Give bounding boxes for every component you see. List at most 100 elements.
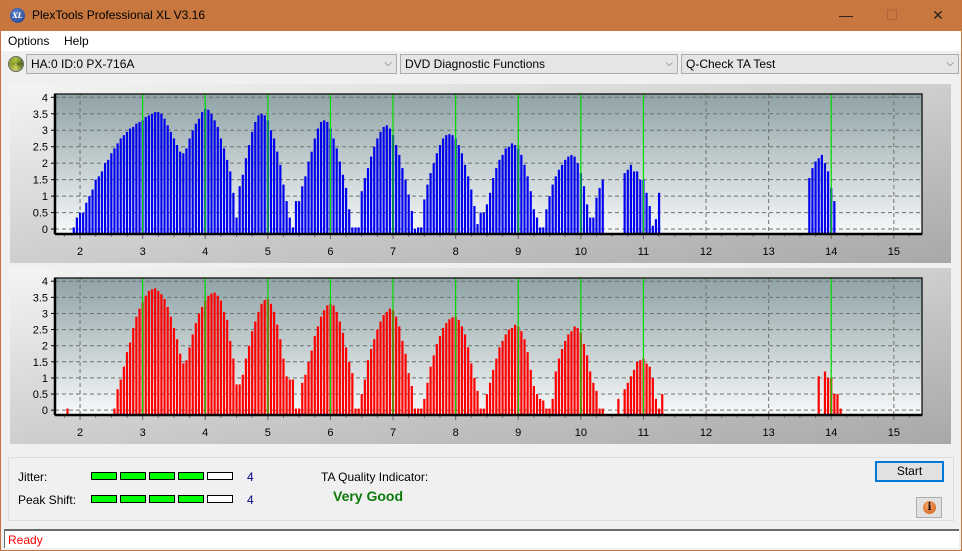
data-bar xyxy=(651,377,654,415)
data-bar xyxy=(817,158,820,234)
data-bar xyxy=(595,390,598,415)
data-bar xyxy=(238,186,241,234)
data-bar xyxy=(432,355,435,415)
data-bar xyxy=(360,191,363,234)
x-tick-label: 7 xyxy=(390,246,396,258)
data-bar xyxy=(573,156,576,234)
data-bar xyxy=(157,290,160,415)
data-bar xyxy=(448,319,451,415)
drive-select[interactable]: HA:0 ID:0 PX-716A ⌵ xyxy=(26,54,397,74)
data-bar xyxy=(379,321,382,415)
data-bar xyxy=(191,130,194,234)
x-tick-label: 11 xyxy=(638,246,649,258)
data-bar xyxy=(313,336,316,415)
data-bar xyxy=(407,194,410,234)
data-bar xyxy=(276,151,279,234)
data-bar xyxy=(232,358,235,415)
function-select[interactable]: DVD Diagnostic Functions ⌵ xyxy=(400,54,678,74)
data-bar xyxy=(154,112,157,234)
data-bar xyxy=(376,329,379,415)
data-bar xyxy=(639,179,642,234)
data-bar xyxy=(119,138,122,234)
meter-segment xyxy=(149,472,175,480)
data-bar xyxy=(457,319,460,415)
app-logo-icon: XL xyxy=(10,8,25,23)
data-bar xyxy=(194,323,197,415)
y-tick-label: 2 xyxy=(42,158,48,170)
x-tick-label: 15 xyxy=(888,246,900,258)
start-button[interactable]: Start xyxy=(875,461,944,482)
menu-help[interactable]: Help xyxy=(64,34,89,48)
data-bar xyxy=(595,197,598,234)
data-bar xyxy=(479,212,482,234)
data-bar xyxy=(438,336,442,415)
status-bar: Ready xyxy=(4,529,959,548)
data-bar xyxy=(532,385,535,415)
data-bar xyxy=(169,316,172,415)
close-button[interactable]: ✕ xyxy=(915,0,961,31)
y-tick-label: 0 xyxy=(42,405,48,417)
peak-shift-label: Peak Shift: xyxy=(18,493,77,507)
data-bar xyxy=(110,153,113,234)
data-bar xyxy=(291,379,294,415)
x-tick-label: 3 xyxy=(140,427,146,439)
y-tick-label: 0 xyxy=(42,224,48,236)
data-bar xyxy=(523,164,526,234)
maximize-button[interactable]: ☐ xyxy=(869,0,915,31)
info-button[interactable]: i xyxy=(916,497,942,518)
data-bar xyxy=(645,192,648,234)
data-bar xyxy=(808,178,811,234)
data-bar xyxy=(335,311,338,415)
data-bar xyxy=(376,138,379,234)
minimize-button[interactable]: — xyxy=(823,0,869,31)
data-bar xyxy=(564,159,567,234)
data-bar xyxy=(129,128,132,234)
data-bar xyxy=(470,363,473,415)
jitter-value: 4 xyxy=(247,470,254,484)
data-bar xyxy=(445,135,448,234)
data-bar xyxy=(520,154,523,234)
data-bar xyxy=(492,369,495,415)
test-select[interactable]: Q-Check TA Test ⌵ xyxy=(681,54,959,74)
x-tick-label: 2 xyxy=(77,427,83,439)
title-bar[interactable]: XL PlexTools Professional XL V3.16 — ☐ ✕ xyxy=(1,0,961,31)
data-bar xyxy=(119,379,122,415)
data-bar xyxy=(207,295,210,415)
data-bar xyxy=(373,146,376,234)
data-bar xyxy=(316,128,320,234)
app-window: XL PlexTools Professional XL V3.16 — ☐ ✕… xyxy=(1,0,961,550)
data-bar xyxy=(247,345,251,415)
x-tick-label: 6 xyxy=(327,246,333,258)
data-bar xyxy=(504,334,507,415)
data-bar xyxy=(288,379,291,415)
data-bar xyxy=(639,360,642,415)
data-bar xyxy=(344,347,348,415)
x-tick-label: 3 xyxy=(140,246,146,258)
data-bar xyxy=(307,161,310,234)
y-tick-label: 3.5 xyxy=(33,292,48,304)
data-bar xyxy=(226,159,229,234)
chevron-down-icon: ⌵ xyxy=(384,58,392,69)
data-bar xyxy=(338,321,341,415)
data-bar xyxy=(179,353,182,415)
data-bar xyxy=(507,146,510,234)
data-bar xyxy=(116,389,119,415)
data-bar xyxy=(272,138,276,234)
data-bar xyxy=(373,339,376,415)
data-bar xyxy=(426,184,429,234)
menu-options[interactable]: Options xyxy=(8,34,49,48)
data-bar xyxy=(423,398,426,415)
data-bar xyxy=(589,217,592,234)
data-bar xyxy=(526,352,529,415)
data-bar xyxy=(219,300,222,415)
meter-segment xyxy=(149,495,175,503)
data-bar xyxy=(144,295,147,415)
data-bar xyxy=(485,204,489,234)
data-bar xyxy=(382,315,385,415)
data-bar xyxy=(636,171,639,234)
data-bar xyxy=(423,199,426,234)
data-bar xyxy=(282,184,285,234)
data-bar xyxy=(191,334,194,415)
meter-segment xyxy=(178,472,204,480)
data-bar xyxy=(185,148,188,234)
